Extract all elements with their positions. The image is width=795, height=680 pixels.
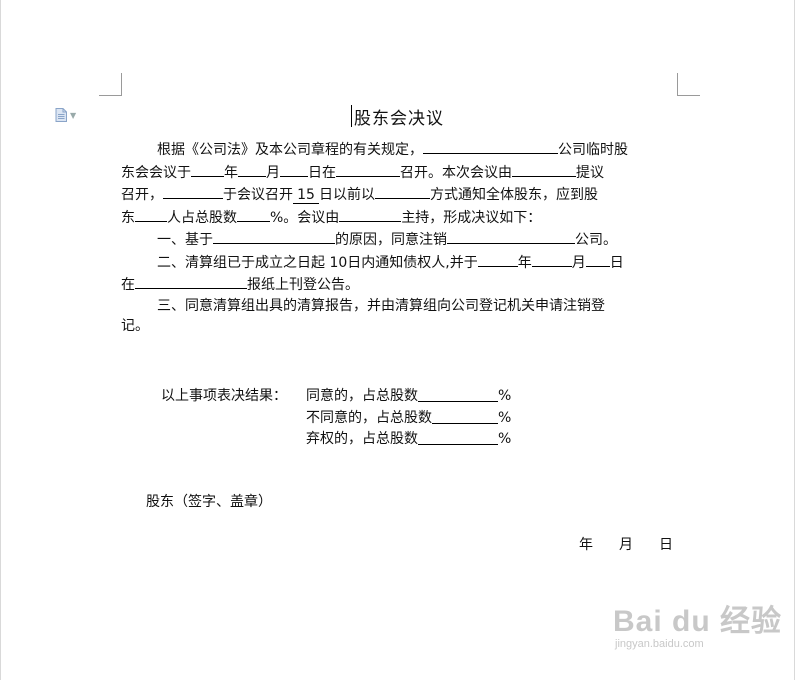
vote-results-label: 以上事项表决结果： (161, 388, 287, 404)
blank-field[interactable] (339, 206, 402, 222)
blank-field-filled[interactable]: 15 (293, 187, 319, 204)
document-page: ▼ 股东会决议 根据《公司法》及本公司章程的有关规定， 公司临时股 东会会议于年月… (0, 0, 795, 680)
item-3-line-2: 记。 (121, 316, 677, 337)
text-run: 东会会议于 (121, 164, 191, 181)
text-run: 于会议召开 (223, 187, 293, 203)
paragraph-1-line-1: 根据《公司法》及本公司章程的有关规定， 公司临时股 (121, 138, 677, 161)
percent-sign: % (498, 388, 512, 404)
text-run: 日以前以 (319, 187, 375, 203)
blank-field[interactable] (135, 206, 167, 222)
text-run: 公司临时股 (558, 142, 628, 158)
blank-field[interactable] (213, 228, 335, 244)
margin-corner-top-left (99, 73, 122, 96)
agree-blank-field[interactable] (418, 386, 498, 402)
abstain-label: 弃权的，占总股数 (306, 431, 418, 447)
text-run: 方式通知全体股东，应到股 (430, 187, 598, 203)
text-run: 年 (517, 254, 532, 271)
date-month-label: 月 (619, 537, 633, 553)
item-2-line-2: 在 报纸上刊登公告。 (121, 273, 677, 296)
text-run: 召开， (121, 187, 163, 203)
text-run: 东 (121, 209, 135, 226)
text-run: 一、基于 (157, 232, 213, 248)
percent-sign: % (498, 409, 512, 426)
blank-field[interactable] (531, 251, 572, 267)
text-run: 报纸上刊登公告。 (247, 277, 359, 293)
blank-field[interactable] (512, 161, 576, 177)
blank-field[interactable] (135, 273, 247, 289)
vote-row-agree: 以上事项表决结果： 同意的，占总股数% (161, 386, 511, 408)
date-day-label: 日 (659, 537, 673, 553)
text-run: 召开。本次会议由 (400, 164, 512, 181)
dropdown-arrow-icon: ▼ (70, 110, 77, 120)
margin-corner-top-right (677, 73, 700, 96)
blank-field[interactable] (423, 138, 558, 154)
paragraph-1-line-3: 召开， 于会议召开 15 日以前以 方式通知全体股东，应到股 (121, 183, 677, 206)
document-body[interactable]: 根据《公司法》及本公司章程的有关规定， 公司临时股 东会会议于年月日在 召开。本次会… (121, 138, 677, 337)
item-3-line-1: 三、同意清算组出具的清算报告，并由清算组向公司登记机关申请注销登 (121, 296, 677, 317)
text-run: 主持，形成决议如下： (401, 209, 542, 226)
vote-row-abstain: 弃权的，占总股数% (161, 429, 511, 451)
text-run: 月 (266, 164, 280, 181)
text-run: 月 (571, 254, 586, 271)
agree-label: 同意的，占总股数 (306, 388, 418, 404)
blank-field[interactable] (375, 183, 430, 199)
blank-field[interactable] (238, 161, 266, 177)
blank-field[interactable] (477, 251, 518, 267)
text-run: 年 (224, 164, 238, 181)
blank-field[interactable] (163, 183, 223, 199)
document-icon (55, 108, 67, 122)
text-run: 在 (121, 277, 135, 293)
vote-results[interactable]: 以上事项表决结果： 同意的，占总股数% 不同意的，占总股数% 弃权的，占总股数% (161, 386, 511, 451)
blank-field[interactable] (447, 228, 575, 244)
text-run: 记。 (121, 318, 149, 334)
text-run: 日 (609, 254, 624, 271)
blank-field[interactable] (237, 206, 270, 222)
paragraph-menu-button[interactable]: ▼ (55, 108, 76, 122)
text-run: 二、清算组已于成立之日起 10日内通知债权人,并于 (157, 254, 478, 271)
blank-field[interactable] (191, 161, 224, 177)
item-2-line-1: 二、清算组已于成立之日起 10日内通知债权人,并于 年 月 日 (121, 251, 677, 274)
document-title[interactable]: 股东会决议 (121, 104, 677, 129)
item-1: 一、基于 的原因，同意注销 公司。 (121, 228, 677, 251)
baidu-jingyan-watermark: Bai du 经验 jingyan.baidu.com (613, 596, 782, 650)
text-run: 根据《公司法》及本公司章程的有关规定， (157, 142, 423, 158)
text-run: %。会议由 (270, 209, 340, 226)
paragraph-1-line-2: 东会会议于 年 月 日在 召开。本次会议由 提议 (121, 161, 677, 184)
disagree-label: 不同意的，占总股数 (306, 409, 432, 426)
shareholder-signature-label[interactable]: 股东（签字、盖章） (146, 491, 272, 511)
text-run: 人占总股数 (167, 209, 237, 226)
text-run: 三、同意清算组出具的清算报告，并由清算组向公司登记机关申请注销登 (157, 297, 605, 314)
paragraph-1-line-4: 东 人占总股数 %。会议由 主持，形成决议如下： (121, 206, 677, 229)
percent-sign: % (498, 431, 512, 447)
text-run: 日在 (308, 164, 336, 181)
watermark-brand: Bai du 经验 (613, 605, 783, 638)
text-run: 的原因，同意注销 (335, 232, 447, 248)
signature-date[interactable]: 年月日 (579, 534, 673, 554)
blank-field[interactable] (336, 161, 400, 177)
disagree-blank-field[interactable] (432, 408, 498, 424)
text-run: 提议 (576, 164, 604, 181)
blank-field[interactable] (585, 251, 610, 267)
abstain-blank-field[interactable] (418, 429, 498, 445)
vote-row-disagree: 不同意的，占总股数% (161, 408, 511, 430)
blank-field[interactable] (280, 161, 308, 177)
date-year-label: 年 (579, 537, 593, 553)
text-run: 公司。 (575, 232, 617, 248)
